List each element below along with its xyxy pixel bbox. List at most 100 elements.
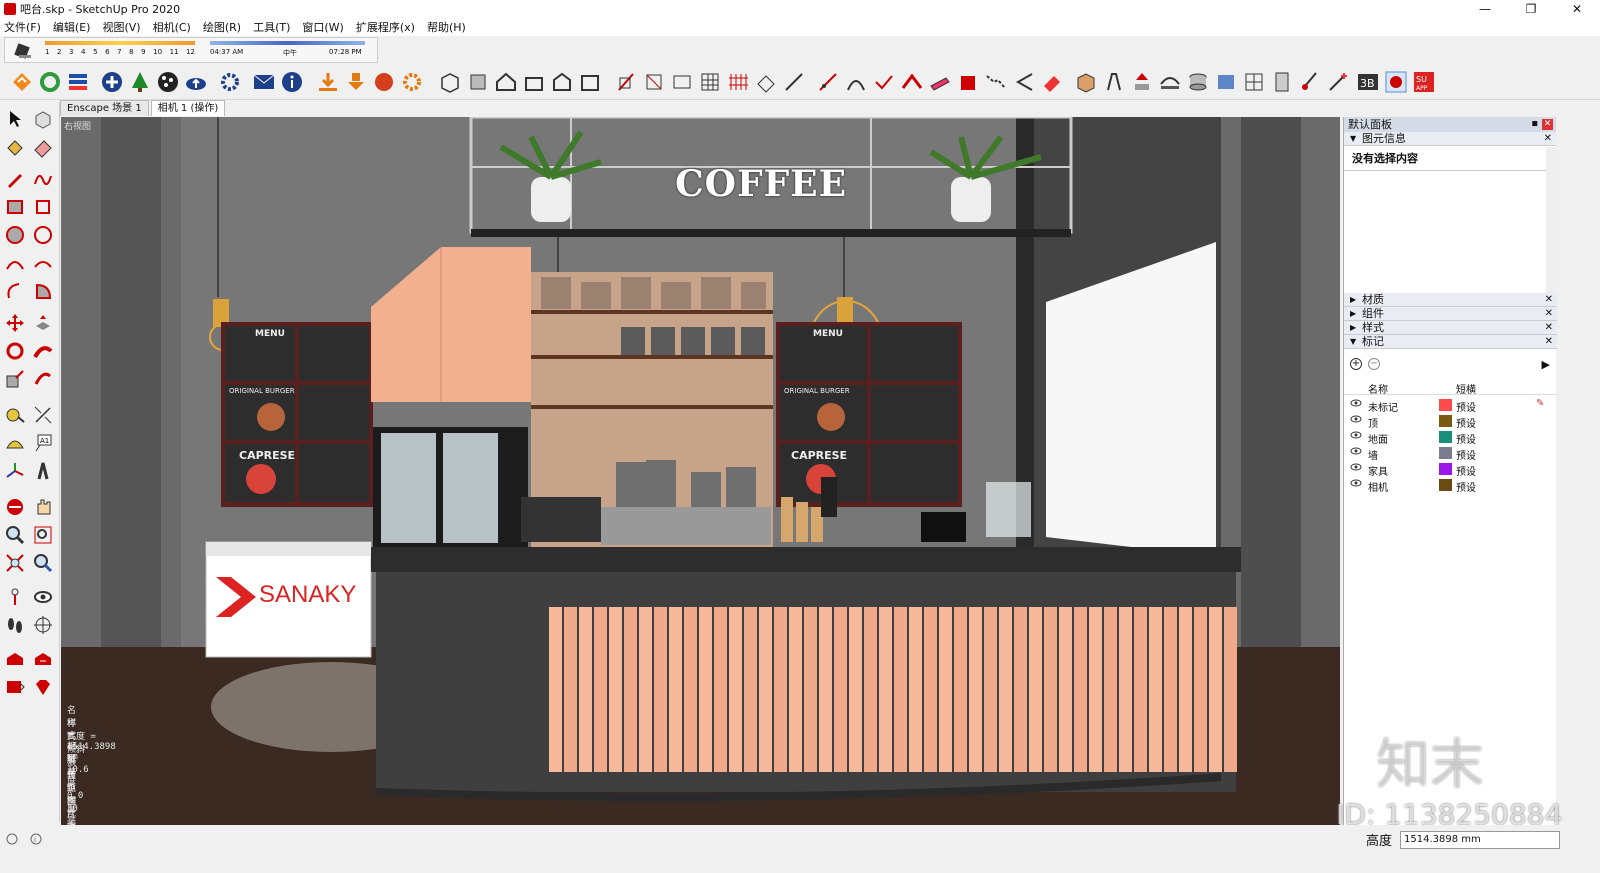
arc-tool-icon[interactable] xyxy=(844,70,868,94)
fence-icon[interactable] xyxy=(726,70,750,94)
tree-icon[interactable] xyxy=(128,70,152,94)
eye-icon[interactable] xyxy=(1350,447,1362,455)
close-icon[interactable]: ✕ xyxy=(1542,119,1553,130)
tag-color-swatch[interactable] xyxy=(1439,463,1452,475)
move-tool-icon[interactable] xyxy=(4,312,26,334)
right-view-icon[interactable] xyxy=(550,70,574,94)
eye-icon[interactable] xyxy=(1350,399,1362,407)
render-icon[interactable] xyxy=(372,70,396,94)
import-icon[interactable] xyxy=(316,70,340,94)
previous-view-icon[interactable] xyxy=(32,552,54,574)
tags-section[interactable]: ▼ 标记 ✕ xyxy=(1344,335,1557,349)
info-icon[interactable] xyxy=(280,70,304,94)
solid-tool-icon[interactable] xyxy=(642,70,666,94)
tag-color-swatch[interactable] xyxy=(1439,447,1452,459)
ruby-icon[interactable] xyxy=(1384,70,1408,94)
push-pull-icon[interactable] xyxy=(32,312,54,334)
menu-camera[interactable]: 相机(C) xyxy=(153,19,191,35)
panel-scrollbar[interactable] xyxy=(1546,147,1556,297)
stair-icon[interactable] xyxy=(782,70,806,94)
tag-color-swatch[interactable] xyxy=(1439,479,1452,491)
pencil-icon[interactable]: ✎ xyxy=(1536,398,1544,409)
tag-row[interactable]: 地面 预设 xyxy=(1344,429,1557,446)
shadow-toggle-icon[interactable] xyxy=(13,41,33,61)
extension-warehouse-icon[interactable] xyxy=(4,676,26,698)
eye-icon[interactable] xyxy=(1350,479,1362,487)
rotated-rectangle-icon[interactable] xyxy=(32,196,54,218)
settings-icon[interactable] xyxy=(218,70,242,94)
cube-icon[interactable] xyxy=(1074,70,1098,94)
credits-icon[interactable]: i xyxy=(30,833,42,845)
menu-help[interactable]: 帮助(H) xyxy=(427,19,466,35)
polygon-tool-icon[interactable] xyxy=(32,224,54,246)
pencil-icon[interactable] xyxy=(4,168,26,190)
minimize-button[interactable]: — xyxy=(1462,0,1508,18)
material-icon[interactable] xyxy=(156,70,180,94)
zoom-window-icon[interactable] xyxy=(32,524,54,546)
tape-measure-icon[interactable] xyxy=(4,404,26,426)
eraser-icon[interactable] xyxy=(32,136,54,158)
zoom-tool-icon[interactable] xyxy=(4,524,26,546)
pan-tool-icon[interactable] xyxy=(32,496,54,518)
3b-icon[interactable]: 3B xyxy=(1356,70,1380,94)
tag-dash[interactable]: 预设 xyxy=(1456,447,1476,462)
menu-window[interactable]: 窗口(W) xyxy=(302,19,343,35)
section-tool-icon[interactable] xyxy=(32,614,54,636)
menu-tools[interactable]: 工具(T) xyxy=(253,19,290,35)
eye-icon[interactable] xyxy=(1350,463,1362,471)
eye-icon[interactable] xyxy=(1350,415,1362,423)
close-section-icon[interactable]: ✕ xyxy=(1544,132,1552,146)
paint-bucket-icon[interactable] xyxy=(4,136,26,158)
add-tag-icon[interactable]: + xyxy=(1350,358,1362,370)
back-view-icon[interactable] xyxy=(578,70,602,94)
curve-icon[interactable] xyxy=(1158,70,1182,94)
materials-section[interactable]: ▶ 材质 ✕ xyxy=(1344,293,1557,307)
column-dash[interactable]: 短横 xyxy=(1456,381,1476,396)
check-icon[interactable] xyxy=(872,70,896,94)
orbit-tool-icon[interactable] xyxy=(4,496,26,518)
path-icon[interactable] xyxy=(984,70,1008,94)
cylinder-icon[interactable] xyxy=(1186,70,1210,94)
geo-location-icon[interactable] xyxy=(6,833,18,845)
tag-row[interactable]: 家具 预设 xyxy=(1344,461,1557,478)
axes-tool-icon[interactable] xyxy=(4,460,26,482)
make-component-icon[interactable] xyxy=(32,108,54,130)
tag-color-swatch[interactable] xyxy=(1439,415,1452,427)
tab-camera-1[interactable]: 相机 1 (操作) xyxy=(150,100,226,116)
close-section-icon[interactable]: ✕ xyxy=(1545,321,1553,335)
restore-button[interactable]: ❐ xyxy=(1508,0,1554,18)
3d-text-icon[interactable] xyxy=(32,460,54,482)
select-tool-icon[interactable] xyxy=(4,108,26,130)
entity-info-header[interactable]: ▼ 图元信息 ✕ xyxy=(1344,132,1556,146)
follow-me-icon[interactable] xyxy=(32,340,54,362)
angle-icon[interactable] xyxy=(1012,70,1036,94)
tag-dash[interactable]: 预设 xyxy=(1456,415,1476,430)
export-icon[interactable] xyxy=(344,70,368,94)
styles-section[interactable]: ▶ 样式 ✕ xyxy=(1344,321,1557,335)
tag-dash[interactable]: 预设 xyxy=(1456,463,1476,478)
add-icon[interactable] xyxy=(100,70,124,94)
close-section-icon[interactable]: ✕ xyxy=(1545,293,1553,307)
mail-icon[interactable] xyxy=(252,70,276,94)
two-point-arc-icon[interactable] xyxy=(32,252,54,274)
scale-tool-icon[interactable] xyxy=(4,368,26,390)
home-icon[interactable] xyxy=(494,70,518,94)
iso-view-icon[interactable] xyxy=(466,70,490,94)
ruby-gem-icon[interactable] xyxy=(32,676,54,698)
pin-icon[interactable]: ◾ xyxy=(1531,117,1538,132)
wand-icon[interactable] xyxy=(1326,70,1350,94)
circle-tool-icon[interactable] xyxy=(4,224,26,246)
rectangle-tool-icon[interactable] xyxy=(4,196,26,218)
warehouse-icon[interactable] xyxy=(4,648,26,670)
push-icon[interactable] xyxy=(1130,70,1154,94)
tag-details-icon[interactable]: ▶ xyxy=(1542,358,1550,371)
close-window-button[interactable]: ✕ xyxy=(1554,0,1600,18)
close-section-icon[interactable]: ✕ xyxy=(1545,335,1553,349)
walk-tool-icon[interactable] xyxy=(4,614,26,636)
box-icon[interactable] xyxy=(956,70,980,94)
tag-row[interactable]: 墙 预设 xyxy=(1344,445,1557,462)
eye-icon[interactable] xyxy=(1350,431,1362,439)
offset-tool-icon[interactable] xyxy=(32,368,54,390)
tag-dash[interactable]: 预设 xyxy=(1456,479,1476,494)
menu-draw[interactable]: 绘图(R) xyxy=(203,19,241,35)
